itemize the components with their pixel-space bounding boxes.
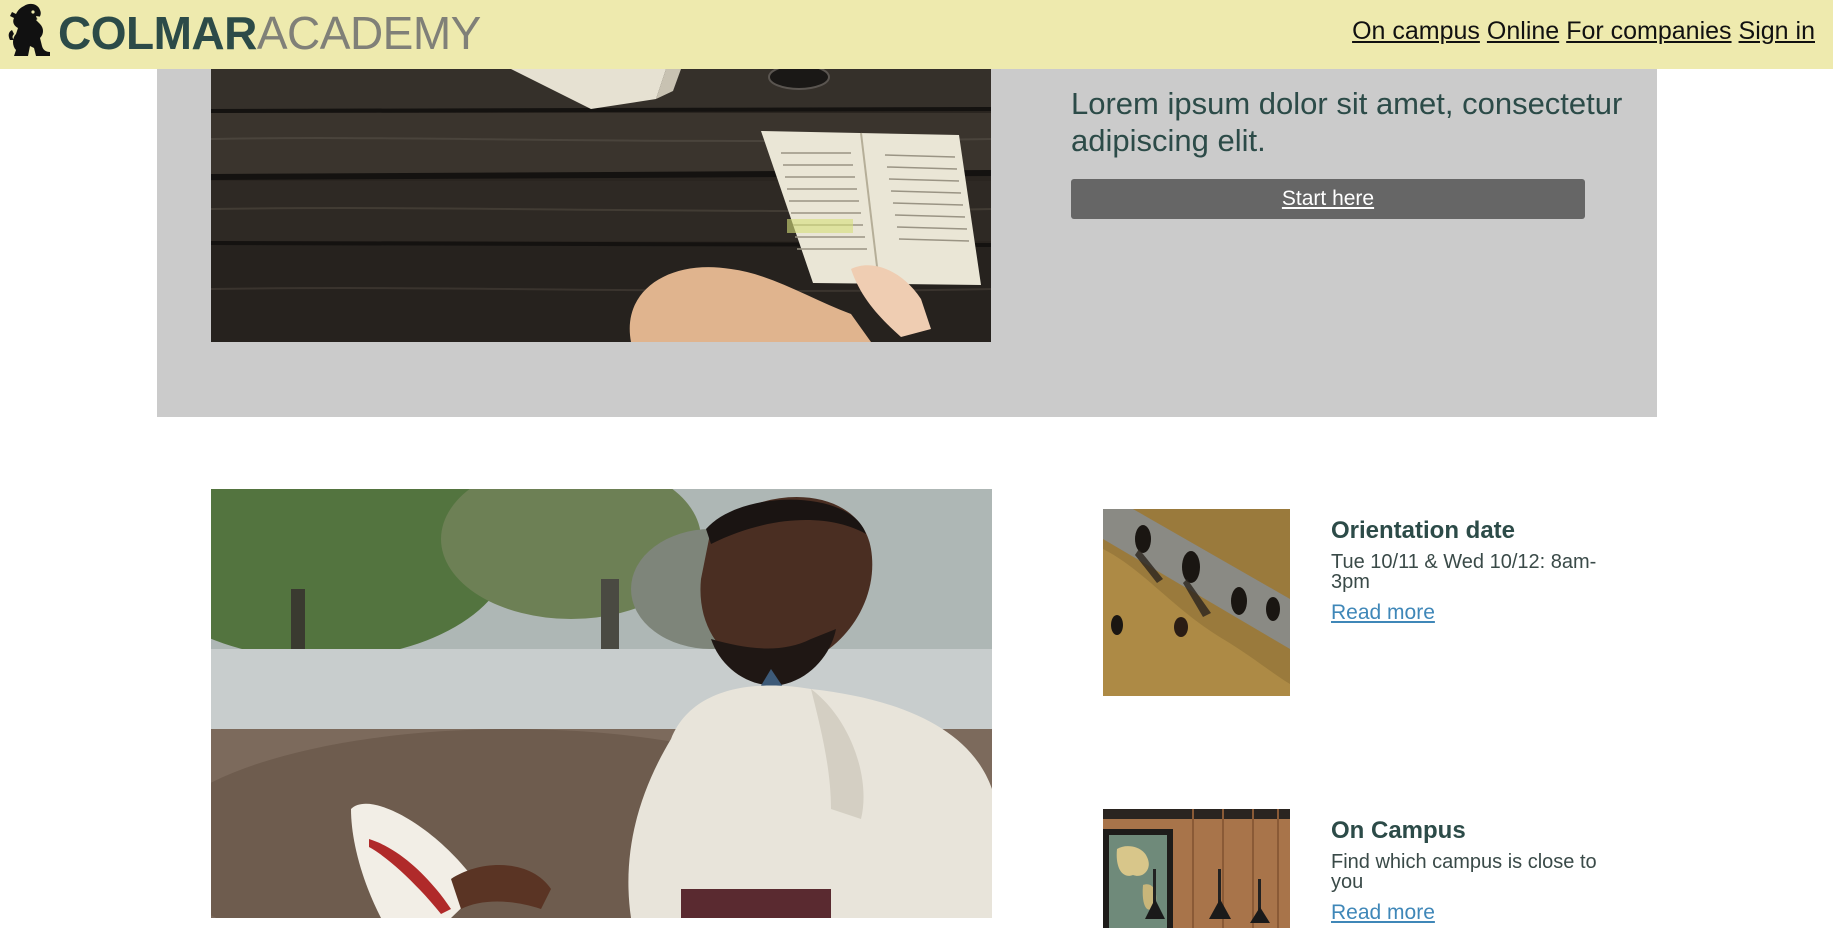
brand-wordmark-light: ACADEMY bbox=[256, 7, 481, 59]
nav-sign-in[interactable]: Sign in bbox=[1739, 16, 1815, 46]
site-header: COLMARACADEMY On campus Online For compa… bbox=[0, 0, 1833, 69]
hero-image bbox=[211, 69, 991, 342]
feature-image bbox=[211, 489, 992, 918]
hero-section: Lorem ipsum dolor sit amet, consectetur … bbox=[157, 69, 1657, 417]
hero-tagline: Lorem ipsum dolor sit amet, consectetur … bbox=[1071, 86, 1623, 158]
on-campus-card-body: On Campus Find which campus is close to … bbox=[1331, 817, 1601, 925]
nav-for-companies[interactable]: For companies bbox=[1566, 16, 1731, 46]
orientation-thumbnail bbox=[1103, 509, 1290, 696]
main-nav: On campus Online For companies Sign in bbox=[1352, 16, 1815, 46]
nav-on-campus[interactable]: On campus bbox=[1352, 16, 1480, 46]
orientation-date-text: Tue 10/11 & Wed 10/12: 8am-3pm bbox=[1331, 551, 1597, 593]
on-campus-thumbnail bbox=[1103, 809, 1290, 928]
on-campus-description: Find which campus is close to you bbox=[1331, 851, 1597, 893]
orientation-card: Orientation date Tue 10/11 & Wed 10/12: … bbox=[1103, 509, 1623, 699]
on-campus-card: On Campus Find which campus is close to … bbox=[1103, 809, 1623, 928]
start-here-button[interactable]: Start here bbox=[1071, 179, 1585, 219]
nav-online[interactable]: Online bbox=[1487, 16, 1559, 46]
brand-wordmark-bold: COLMAR bbox=[58, 7, 257, 59]
on-campus-read-more-link[interactable]: Read more bbox=[1331, 901, 1435, 925]
on-campus-title: On Campus bbox=[1331, 817, 1466, 844]
orientation-card-body: Orientation date Tue 10/11 & Wed 10/12: … bbox=[1331, 517, 1601, 625]
orientation-read-more-link[interactable]: Read more bbox=[1331, 601, 1435, 625]
brand-wordmark[interactable]: COLMARACADEMY bbox=[58, 8, 481, 58]
orientation-title: Orientation date bbox=[1331, 517, 1516, 544]
lion-logo-icon[interactable] bbox=[6, 2, 52, 58]
